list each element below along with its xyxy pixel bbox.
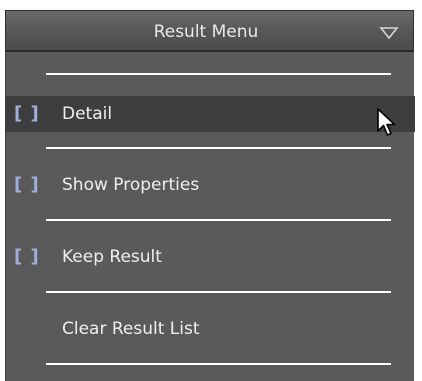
menu-divider bbox=[46, 363, 391, 365]
menu-item-keep-result[interactable]: [ ] Keep Result bbox=[6, 239, 415, 275]
menu-item-label: Keep Result bbox=[62, 247, 162, 267]
checkbox-indicator[interactable]: [ ] bbox=[14, 239, 40, 275]
menu-header[interactable]: Result Menu bbox=[5, 10, 414, 52]
result-menu-window: Result Menu [ ] Detail [ ] Show Properti… bbox=[0, 0, 422, 381]
menu-title: Result Menu bbox=[153, 22, 259, 42]
menu-body: [ ] Detail [ ] Show Properties [ ] Keep … bbox=[5, 52, 415, 381]
menu-divider bbox=[46, 147, 391, 149]
menu-item-label: Detail bbox=[62, 104, 113, 124]
menu-item-clear-result-list[interactable]: Clear Result List bbox=[6, 311, 415, 347]
triangle-down-icon[interactable] bbox=[379, 26, 399, 40]
menu-divider bbox=[46, 291, 391, 293]
menu-item-show-properties[interactable]: [ ] Show Properties bbox=[6, 167, 415, 203]
checkbox-indicator[interactable]: [ ] bbox=[14, 167, 40, 203]
menu-divider bbox=[46, 73, 391, 75]
menu-item-detail[interactable]: [ ] Detail bbox=[6, 96, 415, 132]
menu-item-label: Show Properties bbox=[62, 175, 200, 195]
menu-item-label: Clear Result List bbox=[62, 319, 200, 339]
arrow-cursor-icon bbox=[377, 108, 396, 136]
checkbox-indicator[interactable]: [ ] bbox=[14, 96, 40, 132]
menu-divider bbox=[46, 219, 391, 221]
